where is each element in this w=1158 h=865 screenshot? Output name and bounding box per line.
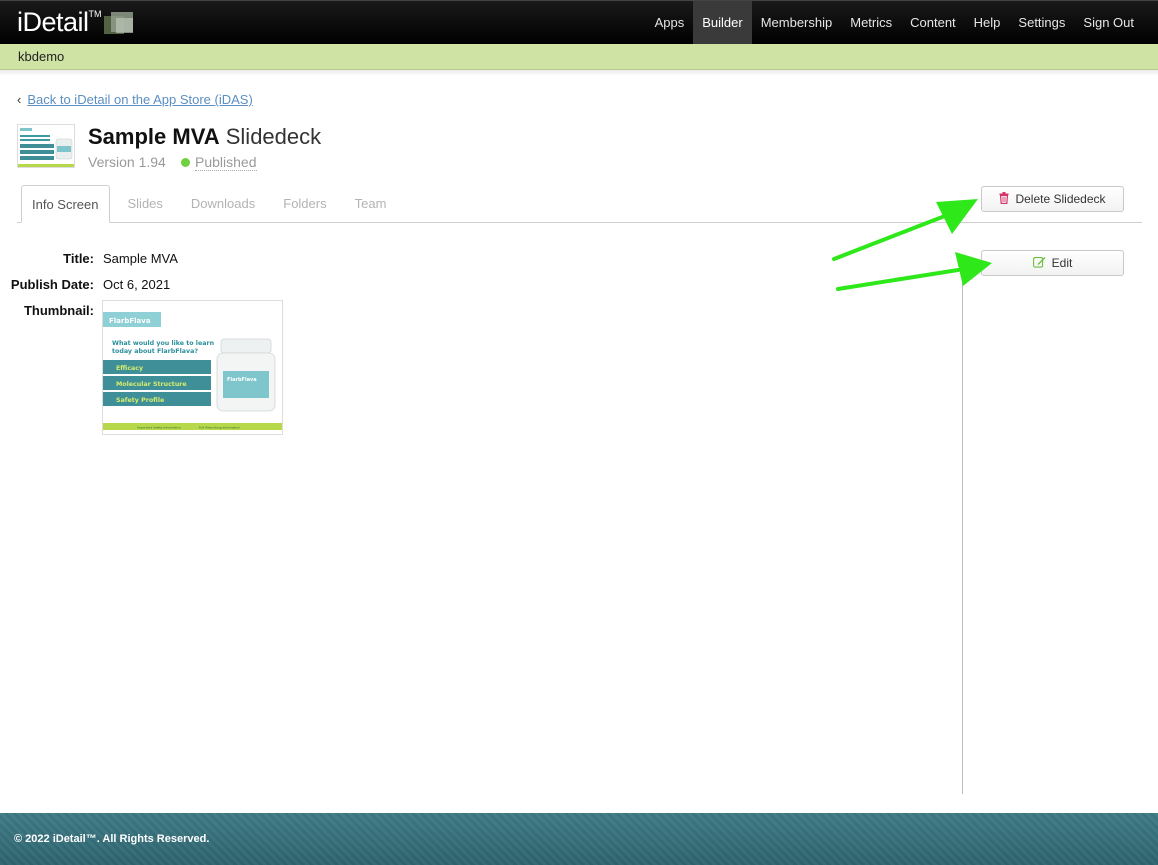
- nav-help[interactable]: Help: [965, 1, 1010, 44]
- svg-text:today about FlarbFlava?: today about FlarbFlava?: [112, 348, 198, 355]
- status-label: Published: [195, 154, 257, 171]
- publish-date-label: Publish Date:: [10, 277, 94, 292]
- thumbnail-menu-safety: Safety Profile: [116, 397, 164, 404]
- tab-bar: Info Screen Slides Downloads Folders Tea…: [21, 185, 404, 223]
- thumbnail-label: Thumbnail:: [23, 303, 94, 318]
- deck-type: Slidedeck: [225, 124, 322, 149]
- publish-status[interactable]: Published: [181, 154, 257, 171]
- nav-metrics[interactable]: Metrics: [841, 1, 901, 44]
- arrow-to-delete-icon: [832, 199, 978, 261]
- chevron-left-icon: ‹: [17, 92, 22, 107]
- tab-team[interactable]: Team: [345, 185, 397, 223]
- top-navbar: iDetail TM Apps Builder Membership Metri…: [0, 0, 1158, 44]
- thumbnail-isi-link: Important Safety Information: [137, 426, 181, 430]
- nav-content[interactable]: Content: [901, 1, 965, 44]
- deck-name: Sample MVA: [88, 124, 220, 149]
- slide-thumbnail-image: FlarbFlava What would you like to learn …: [103, 301, 282, 434]
- account-name: kbdemo: [18, 49, 65, 64]
- title-value: Sample MVA: [103, 251, 178, 266]
- arrow-to-edit-icon: [836, 252, 992, 291]
- publish-date-value: Oct 6, 2021: [103, 277, 171, 292]
- nav-apps[interactable]: Apps: [646, 1, 694, 44]
- back-to-app-store-link[interactable]: Back to iDetail on the App Store (iDAS): [27, 92, 252, 107]
- trash-icon: [999, 191, 1009, 207]
- deck-small-thumbnail: [17, 124, 75, 168]
- tab-slides[interactable]: Slides: [118, 185, 173, 223]
- nav-settings[interactable]: Settings: [1009, 1, 1074, 44]
- nav-sign-out[interactable]: Sign Out: [1074, 1, 1143, 44]
- tab-info-screen[interactable]: Info Screen: [21, 185, 110, 223]
- thumbnail-menu-molecular: Molecular Structure: [116, 381, 187, 388]
- logo-squares-icon: [103, 12, 134, 38]
- nav-builder[interactable]: Builder: [693, 1, 752, 44]
- title-label: Title:: [63, 251, 94, 266]
- delete-slidedeck-label: Delete Slidedeck: [1015, 192, 1106, 206]
- tab-downloads[interactable]: Downloads: [181, 185, 265, 223]
- idetail-logo[interactable]: iDetail TM: [17, 7, 134, 39]
- slide-thumbnail: FlarbFlava What would you like to learn …: [102, 300, 283, 435]
- footer: © 2022 iDetail™. All Rights Reserved.: [0, 813, 1158, 865]
- edit-label: Edit: [1051, 256, 1073, 270]
- delete-slidedeck-button[interactable]: Delete Slidedeck: [981, 186, 1124, 212]
- back-link-row: ‹ Back to iDetail on the App Store (iDAS…: [17, 92, 253, 107]
- logo-trademark: TM: [88, 9, 102, 19]
- deck-small-thumbnail-image: [18, 125, 74, 167]
- thumbnail-pi-link: Full Prescribing Information: [199, 426, 240, 430]
- main-nav: Apps Builder Membership Metrics Content …: [646, 1, 1143, 44]
- copyright-text: © 2022 iDetail™. All Rights Reserved.: [14, 833, 210, 845]
- status-dot-icon: [181, 158, 190, 167]
- logo-text: iDetail: [17, 7, 89, 37]
- subbar-shadow: [0, 70, 1158, 76]
- svg-text:What would you like to learn: What would you like to learn: [112, 340, 214, 347]
- right-panel-divider: [962, 276, 963, 794]
- deck-title: Sample MVA Slidedeck: [88, 124, 321, 150]
- deck-version: Version 1.94: [88, 154, 166, 170]
- account-bar: kbdemo: [0, 44, 1158, 70]
- edit-icon: [1032, 256, 1046, 271]
- thumbnail-brand: FlarbFlava: [109, 317, 151, 325]
- edit-button[interactable]: Edit: [981, 250, 1124, 276]
- thumbnail-menu-efficacy: Efficacy: [116, 365, 143, 372]
- nav-membership[interactable]: Membership: [752, 1, 842, 44]
- thumbnail-bottle-label: FlarbFlava: [227, 377, 257, 383]
- tab-folders[interactable]: Folders: [273, 185, 336, 223]
